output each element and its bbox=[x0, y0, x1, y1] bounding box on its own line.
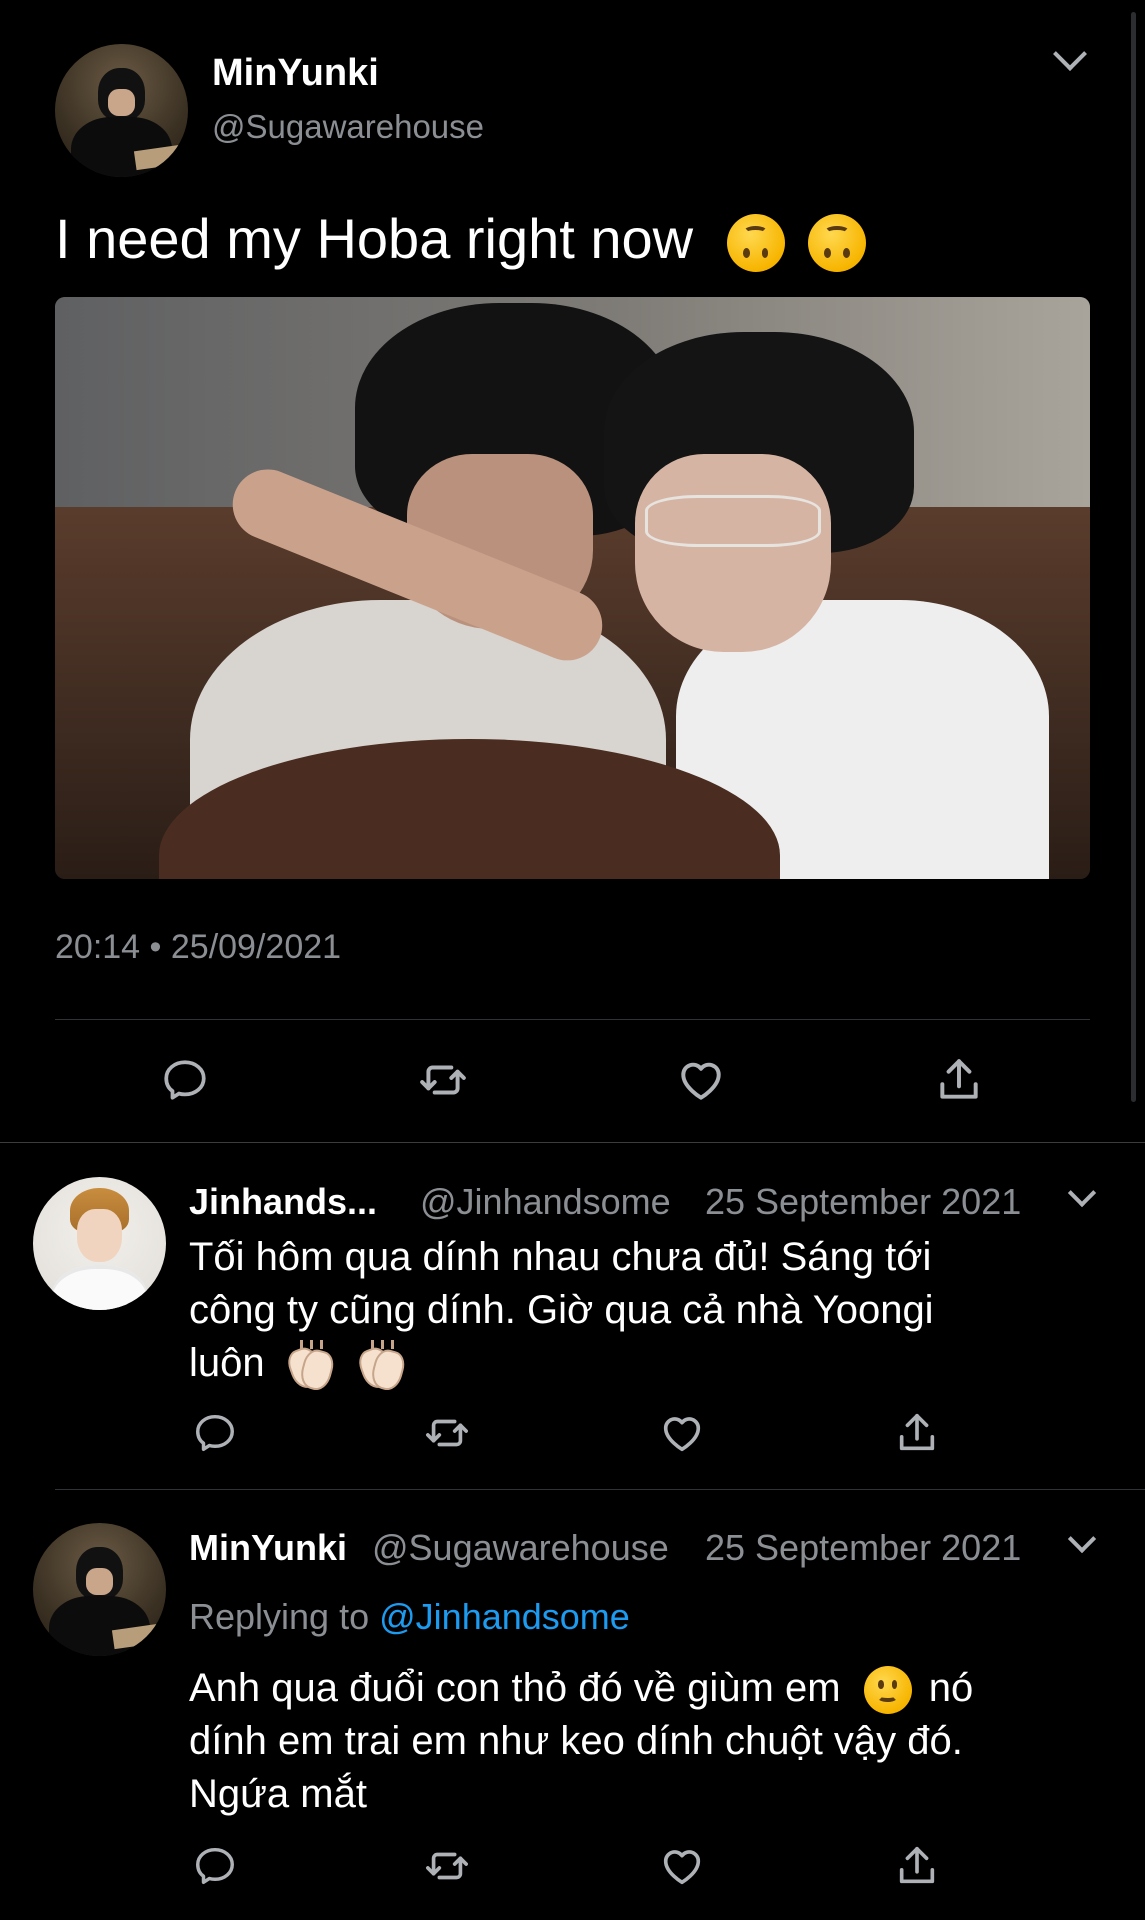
author-handle[interactable]: @Sugawarehouse bbox=[212, 108, 484, 146]
reply-text-line: nó bbox=[928, 1666, 974, 1710]
main-tweet[interactable]: MinYunki @Sugawarehouse I need my Hoba r… bbox=[0, 0, 1145, 1142]
upside-down-face-icon bbox=[808, 214, 867, 273]
share-icon bbox=[940, 1059, 978, 1099]
avatar[interactable] bbox=[55, 44, 188, 177]
reply-text-line-3: luôn bbox=[189, 1337, 934, 1394]
clapping-hands-icon bbox=[283, 1340, 337, 1394]
retweet-icon bbox=[426, 1852, 468, 1880]
share-icon bbox=[899, 1413, 935, 1451]
share-button[interactable] bbox=[894, 1410, 940, 1456]
avatar[interactable] bbox=[33, 1177, 166, 1310]
share-icon bbox=[899, 1846, 935, 1884]
reply-text-line: dính em trai em như keo dính chuột vậy đ… bbox=[189, 1719, 963, 1763]
author-handle[interactable]: @Jinhandsome bbox=[420, 1181, 671, 1223]
like-button[interactable] bbox=[676, 1055, 726, 1105]
reply-text-line: Anh qua đuổi con thỏ đó về giùm em bbox=[189, 1666, 841, 1710]
tweet-timestamp[interactable]: 20:14 • 25/09/2021 bbox=[55, 928, 341, 967]
like-icon bbox=[663, 1417, 701, 1452]
chevron-down-icon[interactable] bbox=[1067, 1178, 1097, 1208]
reply-text-line: Tối hôm qua dính nhau chưa đủ! Sáng tới bbox=[189, 1235, 932, 1279]
retweet-button[interactable] bbox=[424, 1410, 470, 1456]
reply-icon bbox=[196, 1414, 234, 1452]
replying-to: Replying to @Jinhandsome bbox=[189, 1596, 630, 1638]
scrollbar[interactable] bbox=[1131, 12, 1136, 1102]
retweet-icon bbox=[426, 1419, 468, 1447]
like-button[interactable] bbox=[659, 1843, 705, 1889]
tweet-text: I need my Hoba right now bbox=[55, 203, 867, 275]
slightly-smiling-face-icon bbox=[863, 1666, 912, 1715]
author-name[interactable]: MinYunki bbox=[189, 1527, 347, 1569]
reply-text-line-1: Anh qua đuổi con thỏ đó về giùm em nó bbox=[189, 1662, 973, 1715]
upside-down-face-icon bbox=[726, 214, 785, 273]
retweet-button[interactable] bbox=[424, 1843, 470, 1889]
clapping-hands-icon bbox=[354, 1340, 408, 1394]
reply-text: Anh qua đuổi con thỏ đó về giùm em nó dí… bbox=[189, 1662, 973, 1821]
retweet-button[interactable] bbox=[418, 1055, 468, 1105]
chevron-down-icon[interactable] bbox=[1053, 37, 1087, 71]
reply-text-line: Ngứa mắt bbox=[189, 1772, 367, 1816]
reply-text: Tối hôm qua dính nhau chưa đủ! Sáng tới … bbox=[189, 1231, 934, 1394]
divider bbox=[55, 1489, 1145, 1490]
avatar[interactable] bbox=[33, 1523, 166, 1656]
divider bbox=[55, 1019, 1090, 1020]
author-handle[interactable]: @Sugawarehouse bbox=[372, 1527, 669, 1569]
reply-text-line: luôn bbox=[189, 1341, 265, 1385]
tweet-thread-page: MinYunki @Sugawarehouse I need my Hoba r… bbox=[0, 0, 1145, 1920]
reply-icon bbox=[196, 1847, 234, 1885]
tweet-text-body: I need my Hoba right now bbox=[55, 207, 694, 270]
like-button[interactable] bbox=[659, 1410, 705, 1456]
chevron-down-icon[interactable] bbox=[1067, 1524, 1097, 1554]
reply-button[interactable] bbox=[192, 1410, 238, 1456]
retweet-icon bbox=[420, 1065, 466, 1095]
like-icon bbox=[663, 1850, 701, 1885]
reply-text-line: công ty cũng dính. Giờ qua cả nhà Yoongi bbox=[189, 1288, 934, 1332]
replying-to-handle[interactable]: @Jinhandsome bbox=[379, 1596, 630, 1637]
author-name[interactable]: Jinhands... bbox=[189, 1181, 377, 1223]
replying-to-label: Replying to bbox=[189, 1596, 370, 1637]
section-divider bbox=[0, 1142, 1145, 1143]
share-button[interactable] bbox=[934, 1055, 984, 1105]
tweet-photo[interactable] bbox=[55, 297, 1090, 879]
reply-button[interactable] bbox=[192, 1843, 238, 1889]
share-button[interactable] bbox=[894, 1843, 940, 1889]
like-icon bbox=[681, 1062, 721, 1100]
reply-button[interactable] bbox=[160, 1055, 210, 1105]
author-name[interactable]: MinYunki bbox=[212, 52, 379, 95]
reply-icon bbox=[164, 1060, 206, 1100]
reply-date: 25 September 2021 bbox=[705, 1527, 1022, 1568]
reply-date: 25 September 2021 bbox=[705, 1181, 1022, 1222]
